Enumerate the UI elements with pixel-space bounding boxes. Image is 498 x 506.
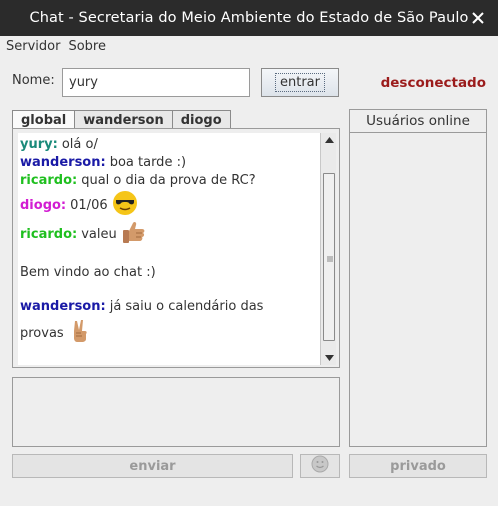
chat-message: ricardo: qual o dia da prova de RC? [20,173,256,188]
enter-button-label: entrar [275,73,325,92]
smiley-emoji-icon [311,455,329,477]
menu-servidor[interactable]: Servidor [0,39,60,54]
chat-message: yury: olá o/ [20,137,98,152]
message-input[interactable] [12,377,340,447]
close-icon[interactable] [468,8,488,28]
menu-sobre[interactable]: Sobre [62,39,106,54]
chat-message: ricardo: valeu [20,219,147,249]
chat-message: provas [20,319,92,347]
private-button[interactable]: privado [349,454,487,478]
emoji-button[interactable] [300,454,340,478]
users-online-list[interactable] [349,133,487,447]
chat-message: Bem vindo ao chat :) [20,265,156,280]
tab-wanderson[interactable]: wanderson [74,110,173,129]
name-input[interactable] [62,68,250,97]
enter-button[interactable]: entrar [261,68,339,97]
chat-tabs: global wanderson diogo [12,110,231,129]
scroll-down-icon[interactable] [321,351,337,365]
connection-status: desconectado [380,75,486,91]
chat-messages[interactable]: yury: olá o/ wanderson: boa tarde :) ric… [18,133,320,365]
send-button[interactable]: enviar [12,454,293,478]
chat-message: wanderson: boa tarde :) [20,155,187,170]
tab-global[interactable]: global [12,110,76,129]
users-online-header: Usuários online [349,109,487,133]
scrollbar-thumb[interactable] [323,173,335,341]
scroll-up-icon[interactable] [321,133,337,147]
window-title: Chat - Secretaria do Meio Ambiente do Es… [29,10,469,26]
tab-diogo[interactable]: diogo [171,110,231,129]
chat-scrollbar[interactable] [320,133,336,365]
thumbs-up-emoji-icon [121,219,147,249]
victory-hand-emoji-icon [68,319,92,347]
menu-bar: Servidor Sobre [0,36,498,57]
name-label: Nome: [12,73,55,88]
sunglasses-emoji-icon [112,190,138,220]
window-titlebar: Chat - Secretaria do Meio Ambiente do Es… [0,0,498,36]
chat-message: diogo: 01/06 [20,190,138,220]
chat-message: wanderson: já saiu o calendário das [20,299,264,314]
